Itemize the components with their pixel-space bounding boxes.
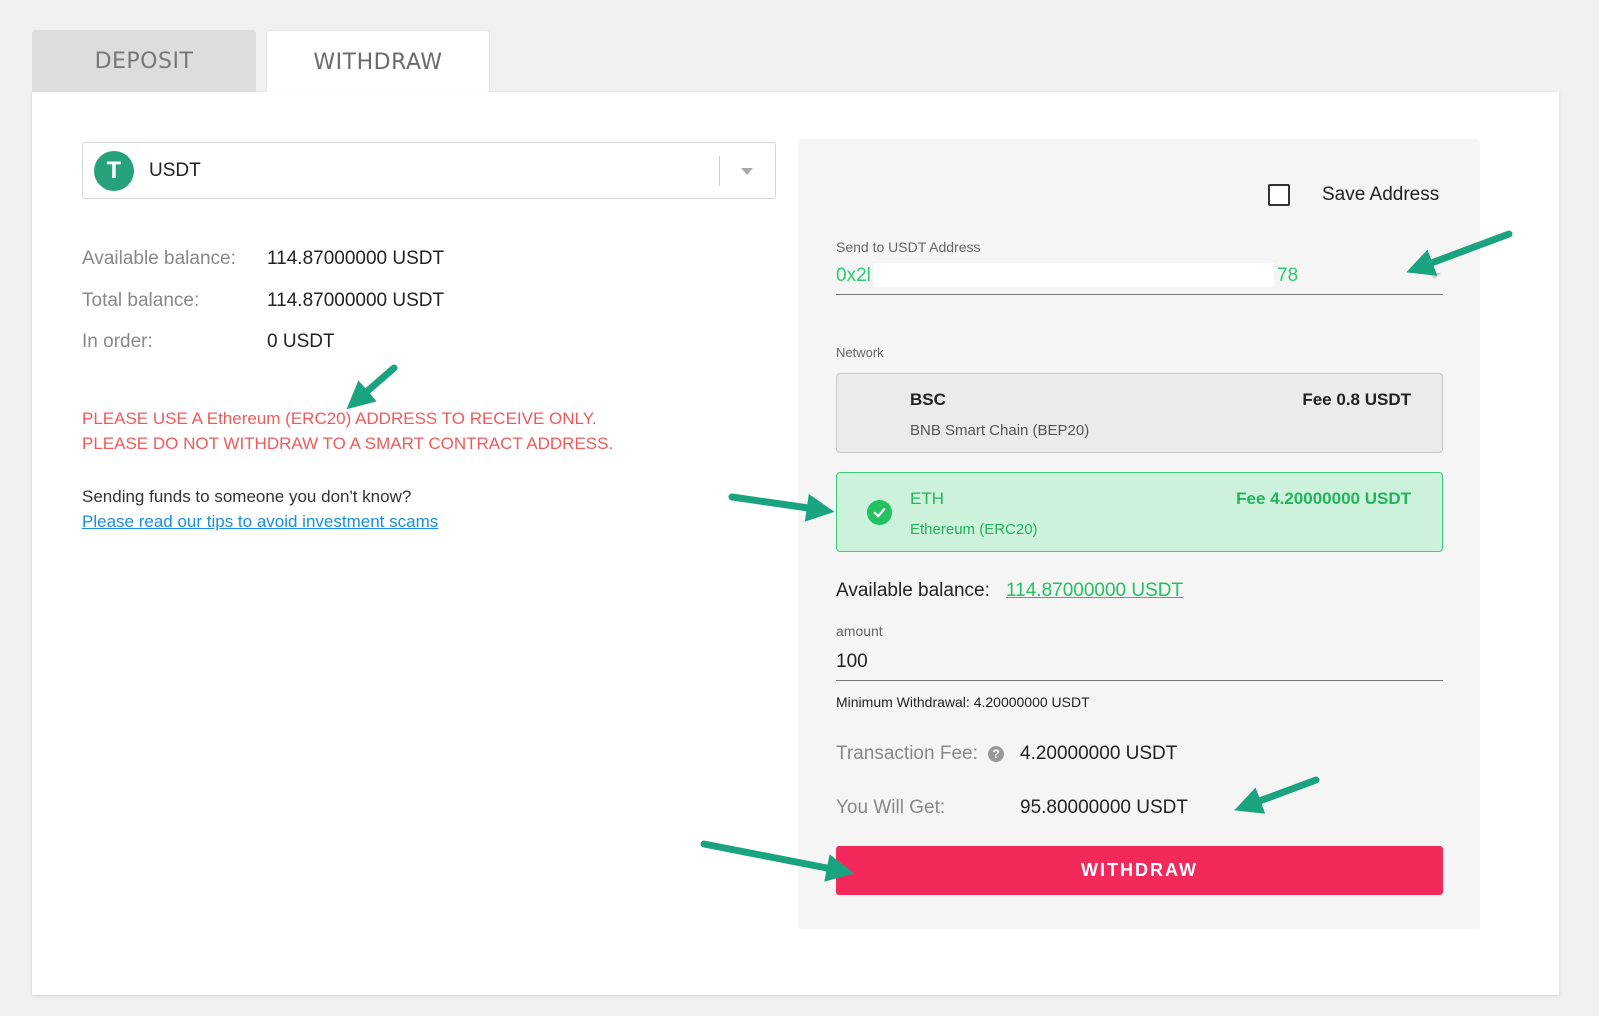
amount-label: amount [836,623,883,639]
network-fee: Fee 0.8 USDT [1302,390,1411,409]
available-balance-row: Available balance: 114.87000000 USDT [82,248,444,270]
balance-label: Available balance: [82,248,236,269]
coin-name: USDT [149,159,201,181]
transaction-fee-label: Transaction Fee: [836,743,978,764]
tether-icon: T [94,150,134,191]
in-order-row: In order: 0 USDT [82,331,335,353]
amount-value: 100 [836,651,868,672]
tab-deposit[interactable]: DEPOSIT [32,30,256,92]
contract-warning: PLEASE DO NOT WITHDRAW TO A SMART CONTRA… [82,434,614,453]
select-divider [719,156,720,186]
network-fee: Fee 4.20000000 USDT [1236,489,1411,508]
balance-value: 0 USDT [267,331,335,352]
tab-withdraw[interactable]: WITHDRAW [266,30,490,94]
you-will-get-value: 95.80000000 USDT [1020,797,1188,818]
question-mark-icon[interactable]: ? [988,746,1004,762]
balance-label: In order: [82,331,153,352]
chevron-down-icon[interactable] [741,168,753,175]
address-value-end: 78 [1277,265,1299,286]
withdraw-form-panel: Save Address Send to USDT Address 0x2l 7… [798,139,1480,929]
network-code: ETH [910,489,944,508]
check-circle-icon [867,500,892,525]
amount-input[interactable]: 100 [836,641,1443,681]
you-will-get-label: You Will Get: [836,797,946,818]
network-option-eth[interactable]: ETH Ethereum (ERC20) Fee 4.20000000 USDT [836,472,1443,552]
withdraw-card: T USDT Available balance: 114.87000000 U… [32,92,1559,995]
withdraw-button[interactable]: WITHDRAW [836,846,1443,895]
network-code: BSC [910,390,946,409]
network-name: BNB Smart Chain (BEP20) [910,422,1090,439]
address-value-start: 0x2l [836,265,871,286]
scam-tips-link[interactable]: Please read our tips to avoid investment… [82,512,438,532]
network-label: Network [836,345,884,360]
balance-value: 114.87000000 USDT [267,290,445,311]
erc20-warning: PLEASE USE A Ethereum (ERC20) ADDRESS TO… [82,409,597,428]
save-address-label[interactable]: Save Address [1322,184,1439,206]
form-available-label: Available balance: [836,580,990,601]
transaction-fee-value: 4.20000000 USDT [1020,743,1178,764]
chevron-down-icon[interactable] [1429,273,1441,279]
address-label: Send to USDT Address [836,239,981,255]
address-input[interactable]: 0x2l 78 [836,257,1443,295]
network-name: Ethereum (ERC20) [910,521,1038,538]
save-address-checkbox[interactable] [1268,184,1290,206]
coin-select[interactable]: T USDT [82,142,776,199]
balance-label: Total balance: [82,290,200,311]
minimum-withdrawal-note: Minimum Withdrawal: 4.20000000 USDT [836,694,1090,710]
balance-value: 114.87000000 USDT [267,248,445,269]
scam-question: Sending funds to someone you don't know? [82,487,412,506]
network-option-bsc[interactable]: BSC BNB Smart Chain (BEP20) Fee 0.8 USDT [836,373,1443,453]
form-available-value-link[interactable]: 114.87000000 USDT [1006,580,1183,602]
address-redaction [874,263,1274,287]
total-balance-row: Total balance: 114.87000000 USDT [82,290,444,312]
